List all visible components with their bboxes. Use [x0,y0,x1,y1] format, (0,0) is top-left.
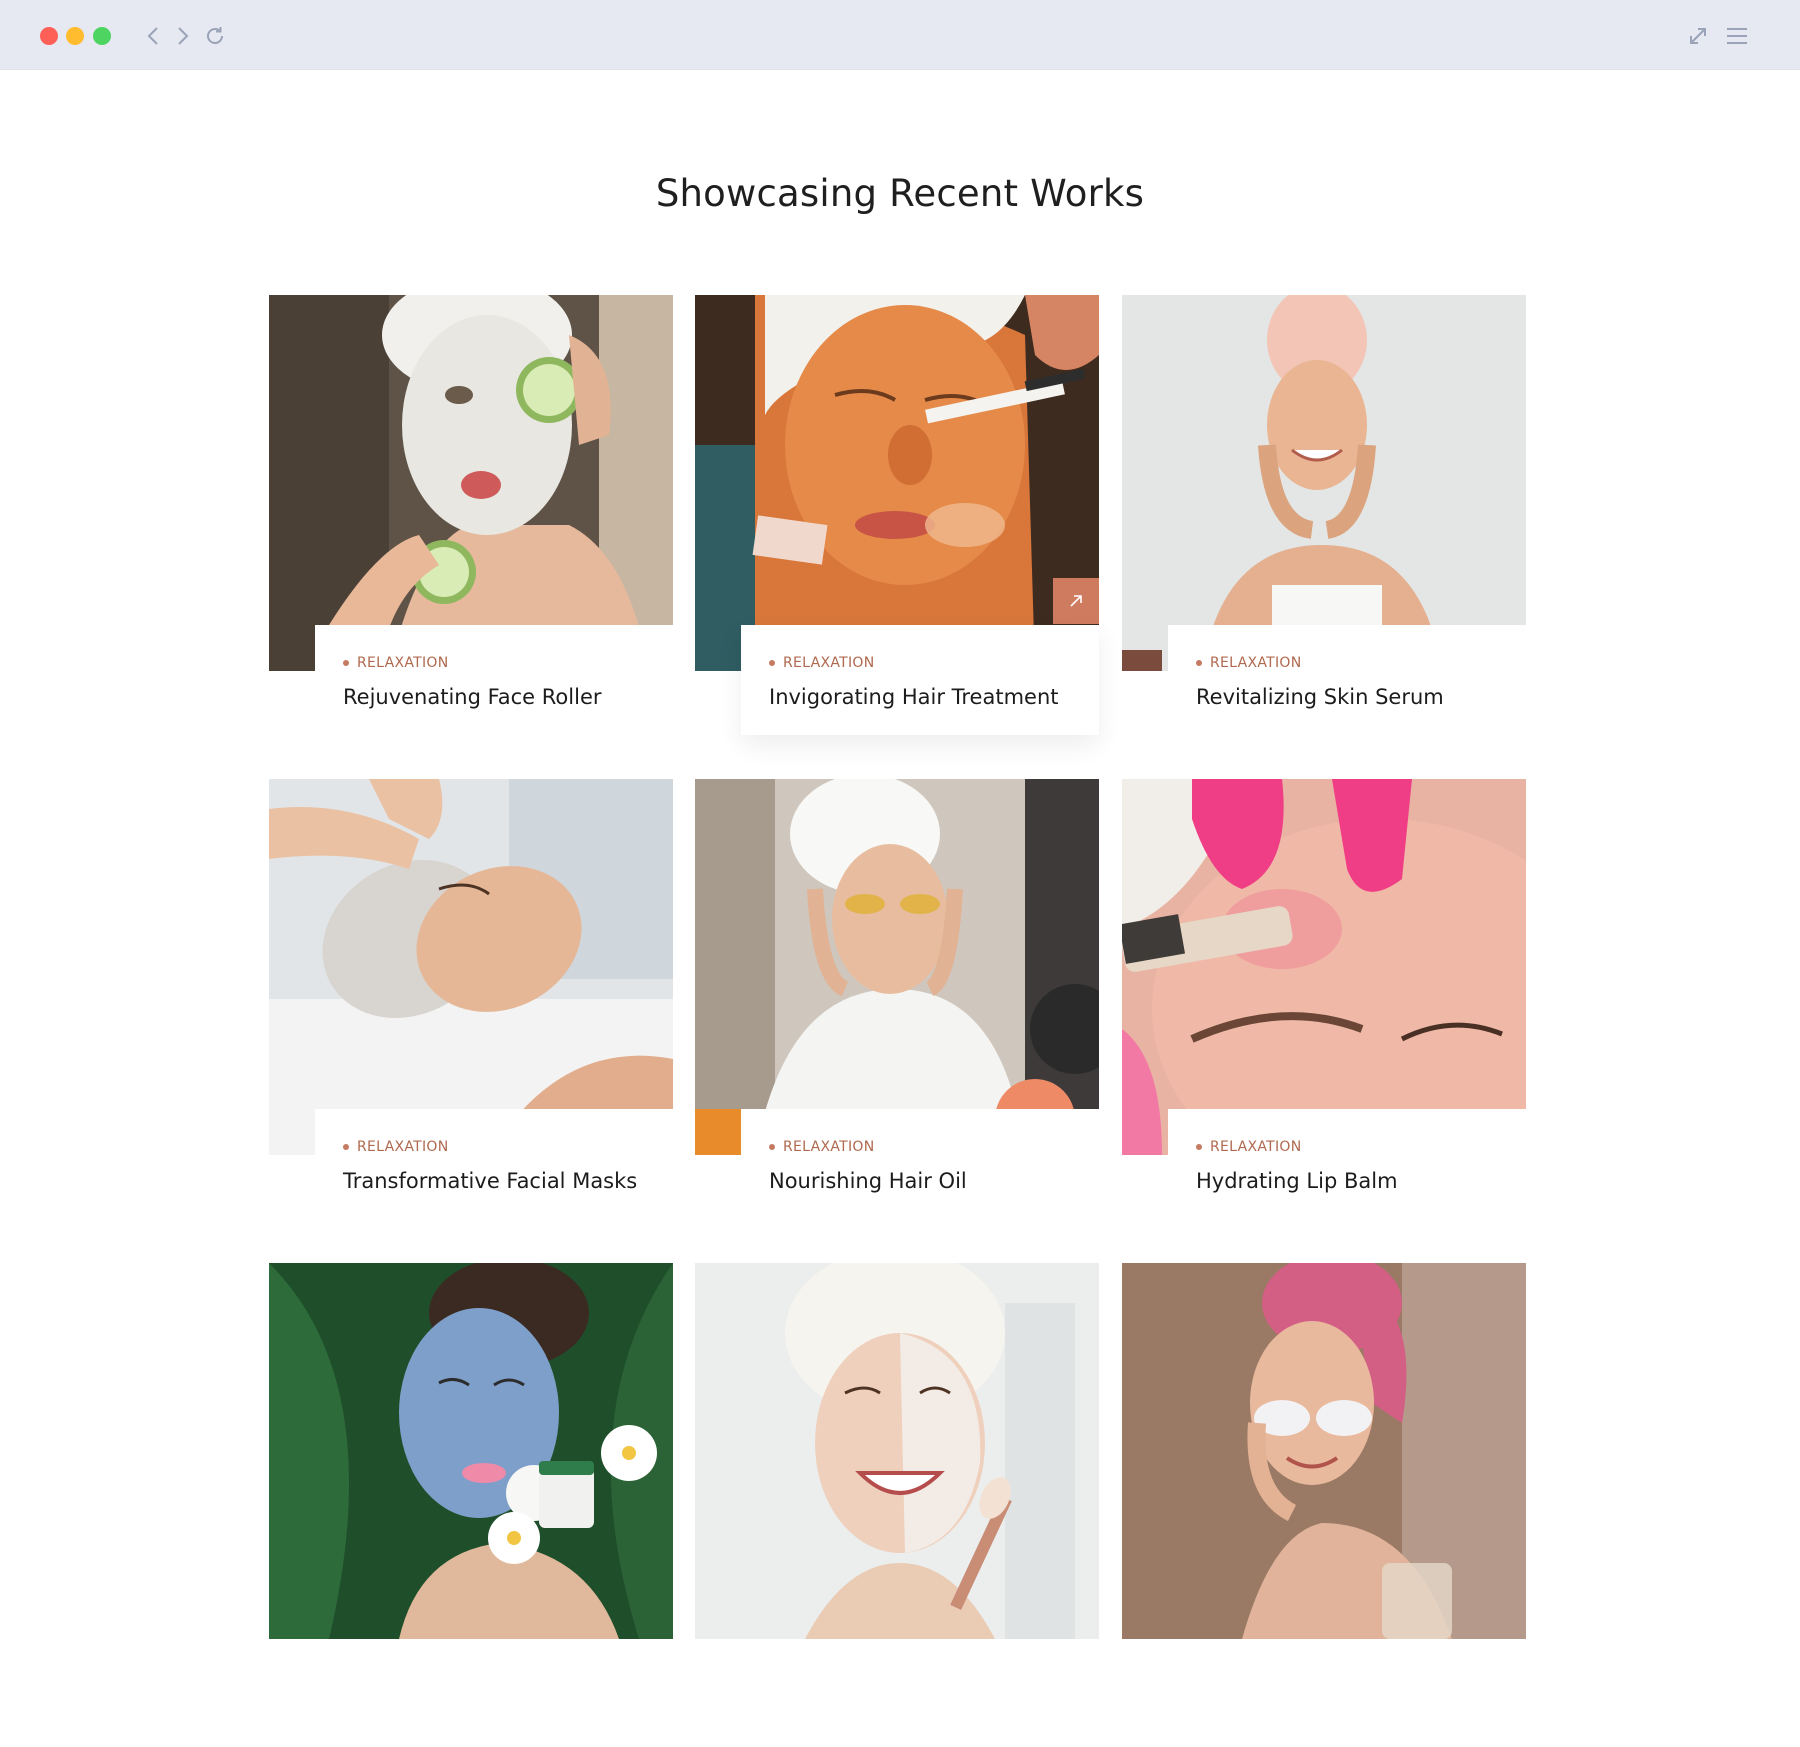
work-category[interactable]: Relaxation [769,655,1071,671]
work-category[interactable]: Relaxation [1196,655,1498,671]
reload-icon[interactable] [202,22,228,50]
work-photo[interactable] [269,1263,673,1639]
category-dot [769,660,775,666]
category-dot [769,1144,775,1150]
work-card[interactable] [269,1263,673,1747]
expand-icon[interactable] [1685,22,1711,50]
forward-icon[interactable] [170,22,196,50]
work-card[interactable]: Relaxation Revitalizing Skin Serum [1122,295,1526,779]
work-title[interactable]: Rejuvenating Face Roller [343,685,645,709]
browser-toolbar [0,0,1800,70]
category-dot [1196,1144,1202,1150]
work-category[interactable]: Relaxation [343,655,645,671]
work-caption: Relaxation Invigorating Hair Treatment [741,625,1099,735]
work-category-label: Relaxation [357,1139,449,1155]
work-caption: Relaxation Rejuvenating Face Roller [315,625,673,735]
work-category-label: Relaxation [1210,1139,1302,1155]
work-card[interactable]: Relaxation Transformative Facial Masks [269,779,673,1263]
category-dot [343,1144,349,1150]
work-photo[interactable] [269,779,673,1155]
work-title[interactable]: Transformative Facial Masks [343,1169,645,1193]
work-card[interactable]: Relaxation Nourishing Hair Oil [695,779,1099,1263]
work-category[interactable]: Relaxation [769,1139,1071,1155]
menu-icon[interactable] [1724,22,1750,50]
category-dot [1196,660,1202,666]
work-title[interactable]: Hydrating Lip Balm [1196,1169,1498,1193]
work-category-label: Relaxation [783,655,875,671]
work-photo[interactable] [1122,295,1526,671]
work-title[interactable]: Nourishing Hair Oil [769,1169,1071,1193]
work-card[interactable]: Relaxation Rejuvenating Face Roller [269,295,673,779]
work-category-label: Relaxation [783,1139,875,1155]
work-card[interactable]: Relaxation Hydrating Lip Balm [1122,779,1526,1263]
work-photo[interactable] [695,295,1099,671]
work-card[interactable] [695,1263,1099,1747]
category-dot [343,660,349,666]
work-caption: Relaxation Transformative Facial Masks [315,1109,673,1219]
work-title[interactable]: Revitalizing Skin Serum [1196,685,1498,709]
maximize-window-button[interactable] [93,27,111,45]
work-photo[interactable] [1122,779,1526,1155]
work-caption: Relaxation Hydrating Lip Balm [1168,1109,1526,1219]
work-photo[interactable] [1122,1263,1526,1639]
close-window-button[interactable] [40,27,58,45]
minimize-window-button[interactable] [66,27,84,45]
work-category[interactable]: Relaxation [1196,1139,1498,1155]
back-icon[interactable] [140,22,166,50]
open-work-button[interactable] [1053,578,1099,624]
work-photo[interactable] [695,779,1099,1155]
work-photo[interactable] [269,295,673,671]
arrow-up-right-icon [1070,595,1082,607]
work-caption: Relaxation Revitalizing Skin Serum [1168,625,1526,735]
work-photo[interactable] [695,1263,1099,1639]
work-card[interactable]: Relaxation Invigorating Hair Treatment [695,295,1099,779]
work-category[interactable]: Relaxation [343,1139,645,1155]
work-category-label: Relaxation [1210,655,1302,671]
work-caption: Relaxation Nourishing Hair Oil [741,1109,1099,1219]
work-category-label: Relaxation [357,655,449,671]
section-title: Showcasing Recent Works [655,172,1145,215]
work-card[interactable] [1122,1263,1526,1747]
work-title[interactable]: Invigorating Hair Treatment [769,685,1071,709]
